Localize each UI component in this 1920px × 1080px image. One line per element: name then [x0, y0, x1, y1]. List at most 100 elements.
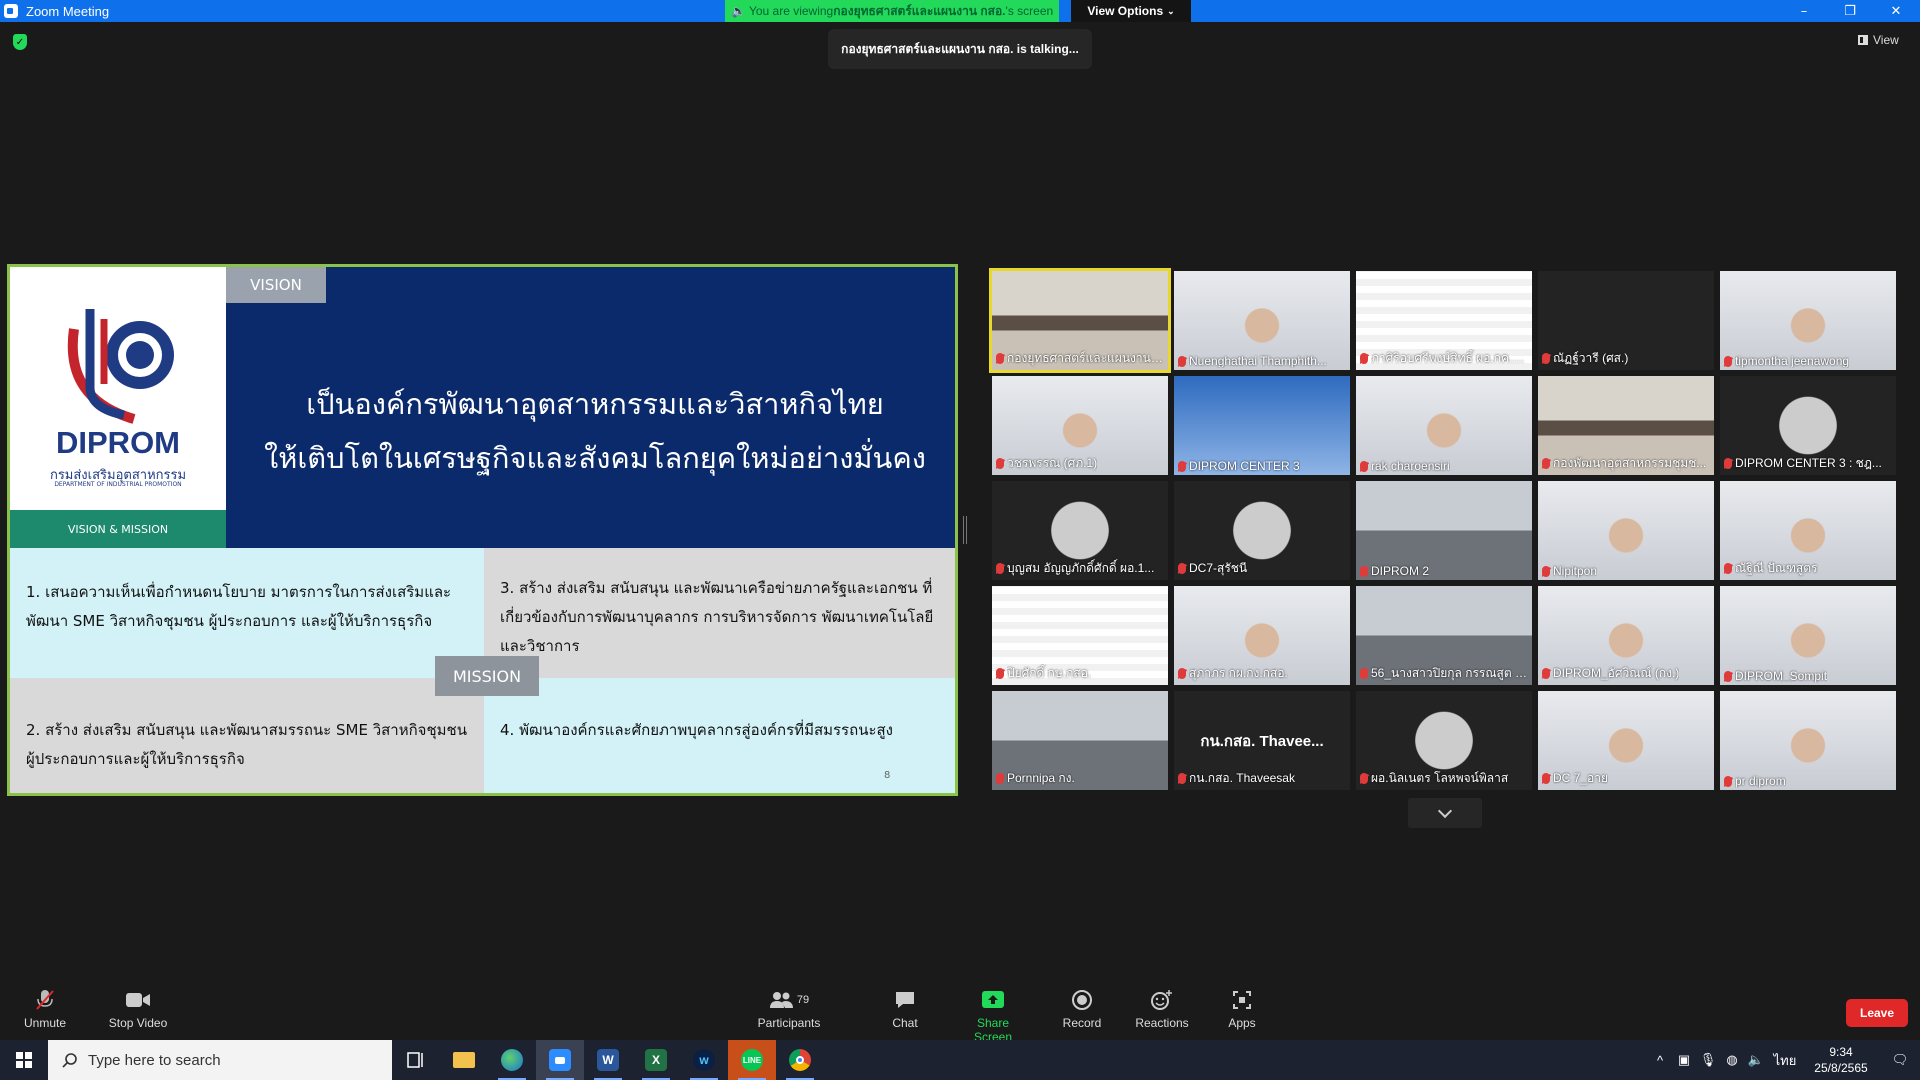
volume-icon[interactable]: 🔈 — [1744, 1052, 1768, 1068]
vision-line-1: เป็นองค์กรพัฒนาอุตสาหกรรมและวิสาหกิจไทย — [306, 387, 884, 421]
encryption-shield-icon[interactable]: ✓ — [13, 34, 27, 50]
logo-panel: DIPROM กรมส่งเสริมอุตสาหกรรม DEPARTMENT … — [10, 267, 226, 548]
language-indicator[interactable]: ไทย — [1768, 1050, 1802, 1071]
muted-mic-icon — [1360, 773, 1368, 784]
share-screen-button[interactable]: Share Screen — [958, 988, 1028, 1044]
taskbar-file-explorer[interactable] — [440, 1040, 488, 1080]
participant-name: ภาศิริอบศรีพงษ์สิทธิ์ ผอ.กค.ก... — [1371, 351, 1528, 365]
clock-date: 25/8/2565 — [1814, 1061, 1868, 1075]
search-placeholder: Type here to search — [88, 1051, 221, 1069]
participant-tile[interactable]: ผอ.นิลเนตร โลหพจน์พิลาส — [1356, 691, 1532, 790]
participant-tile[interactable]: ภาศิริอบศรีพงษ์สิทธิ์ ผอ.กค.ก... — [1356, 271, 1532, 370]
participant-tile[interactable]: Nipitpon — [1538, 481, 1714, 580]
taskbar-search[interactable]: Type here to search — [48, 1040, 392, 1080]
muted-mic-icon — [1178, 668, 1186, 679]
clock-time: 9:34 — [1829, 1045, 1853, 1059]
participant-tile[interactable]: 56_นางสาวปิยกุล กรรณสูต (... — [1356, 586, 1532, 685]
video-camera-icon — [105, 988, 171, 1012]
gallery-next-page-button[interactable] — [1408, 798, 1482, 828]
chat-button[interactable]: Chat — [885, 988, 925, 1030]
minimize-button[interactable]: – — [1781, 0, 1827, 22]
participants-button[interactable]: 79 Participants — [756, 988, 822, 1030]
participant-name: ณัฐิณี ปัณฑสูตร — [1735, 561, 1818, 575]
participant-tile[interactable]: กองพัฒนาอุตสาหกรรมชุมช... — [1538, 376, 1714, 475]
task-view-button[interactable] — [392, 1040, 440, 1080]
taskbar-zoom[interactable] — [536, 1040, 584, 1080]
start-button[interactable] — [0, 1040, 48, 1080]
muted-mic-icon — [1178, 460, 1186, 472]
chevron-down-icon: ⌄ — [1167, 5, 1175, 16]
muted-mic-icon — [996, 773, 1004, 784]
close-button[interactable]: ✕ — [1873, 0, 1919, 22]
participant-name-bar: Nuenghathai Thamphith... — [1178, 354, 1346, 368]
participant-tile[interactable]: สุภาภร กผ.กง.กสอ. — [1174, 586, 1350, 685]
participant-name-bar: 56_นางสาวปิยกุล กรรณสูต (... — [1360, 664, 1528, 683]
participant-tile[interactable]: ณัฏฐ์วารี (ศส.) — [1538, 271, 1714, 370]
participant-name: pr diprom — [1735, 774, 1786, 788]
participant-tile[interactable]: ณัฐิณี ปัณฑสูตร — [1720, 481, 1896, 580]
participant-name: DC7-สุรัชนี — [1189, 561, 1248, 575]
participant-tile[interactable]: tipmontha jeenawong — [1720, 271, 1896, 370]
muted-mic-icon — [1360, 460, 1368, 472]
participant-tile[interactable]: DC7-สุรัชนี — [1174, 481, 1350, 580]
taskbar-excel[interactable]: X — [632, 1040, 680, 1080]
participant-tile[interactable]: วชรพรรณ (ศภ.1) — [992, 376, 1168, 475]
view-options-button[interactable]: View Options ⌄ — [1071, 0, 1191, 22]
participant-tile[interactable]: DIPROM_Sompit — [1720, 586, 1896, 685]
participant-tile[interactable]: Pornnipa กง. — [992, 691, 1168, 790]
search-icon — [62, 1053, 77, 1068]
reactions-button[interactable]: Reactions — [1135, 988, 1189, 1030]
split-view-handle[interactable] — [963, 516, 967, 544]
participant-tile[interactable]: DIPROM_อัศวิณณ์ (กง.) — [1538, 586, 1714, 685]
participant-tile[interactable]: บุญสม อัญญภักดิ์ศักดิ์ ผอ.1... — [992, 481, 1168, 580]
mission-tag: MISSION — [435, 656, 539, 696]
share-banner: 🔈 You are viewing กองยุทธศาสตร์และแผนงาน… — [725, 0, 1060, 22]
participant-tile[interactable]: rak charoensiri — [1356, 376, 1532, 475]
system-tray: ^ ▣ 🎙 ◍ 🔈 ไทย 9:34 25/8/2565 🗨 — [1648, 1040, 1920, 1080]
participant-tile[interactable]: DIPROM CENTER 3 : ชฎ... — [1720, 376, 1896, 475]
zoom-logo-icon — [4, 4, 18, 18]
participant-name-bar: กองยุทธศาสตร์และแผนงาน ... — [996, 349, 1164, 368]
restore-button[interactable]: ❐ — [1827, 0, 1873, 22]
stop-video-button[interactable]: Stop Video — [105, 988, 171, 1030]
share-screen-icon — [958, 988, 1028, 1012]
participant-tile[interactable]: DIPROM 2 — [1356, 481, 1532, 580]
camera-tray-icon[interactable]: ▣ — [1672, 1052, 1696, 1068]
clock[interactable]: 9:34 25/8/2565 — [1802, 1044, 1880, 1076]
notification-icon[interactable]: 🗨 — [1880, 1052, 1920, 1068]
participant-name: Nipitpon — [1553, 564, 1598, 578]
shared-screen: DIPROM กรมส่งเสริมอุตสาหกรรม DEPARTMENT … — [7, 264, 958, 796]
participant-tile[interactable]: กน.กสอ. Thavee... กน.กสอ. Thaveesak — [1174, 691, 1350, 790]
muted-mic-icon — [1178, 563, 1186, 574]
participant-tile[interactable]: ปิยศักดิ์ กษ.กสอ. — [992, 586, 1168, 685]
apps-button[interactable]: Apps — [1227, 988, 1257, 1030]
network-icon[interactable]: ◍ — [1720, 1052, 1744, 1068]
meeting-toolbar: Unmute Stop Video 79 Participants Chat S… — [0, 978, 1920, 1044]
logo-subtitle-en: DEPARTMENT OF INDUSTRIAL PROMOTION — [54, 481, 182, 488]
chevron-up-icon[interactable]: ^ — [1648, 1053, 1672, 1068]
unmute-button[interactable]: Unmute — [22, 988, 68, 1030]
participant-name-bar: DC 7_อาย — [1542, 769, 1710, 788]
chevron-down-icon — [1437, 803, 1453, 818]
participant-name-bar: กองพัฒนาอุตสาหกรรมชุมช... — [1542, 454, 1710, 473]
participant-tile[interactable]: DIPROM CENTER 3 — [1174, 376, 1350, 475]
taskbar-chrome[interactable] — [776, 1040, 824, 1080]
leave-button[interactable]: Leave — [1846, 999, 1908, 1027]
participant-tile[interactable]: pr diprom — [1720, 691, 1896, 790]
participant-name: DIPROM 2 — [1371, 564, 1430, 578]
microphone-icon[interactable]: 🎙 — [1696, 1052, 1720, 1068]
record-button[interactable]: Record — [1060, 988, 1104, 1030]
view-label: View — [1873, 33, 1899, 47]
taskbar-line[interactable]: LINE — [728, 1040, 776, 1080]
mission-item-1: 1. เสนอความเห็นเพื่อกำหนดนโยบาย มาตรการใ… — [10, 548, 484, 678]
participant-tile[interactable]: DC 7_อาย — [1538, 691, 1714, 790]
taskbar-edge[interactable] — [488, 1040, 536, 1080]
participant-tile[interactable]: Nuenghathai Thamphith... — [1174, 271, 1350, 370]
unmute-label: Unmute — [23, 1016, 67, 1030]
view-button[interactable]: View — [1858, 33, 1899, 47]
task-view-icon — [407, 1052, 423, 1068]
participant-tile[interactable]: กองยุทธศาสตร์และแผนงาน ... — [989, 268, 1171, 373]
taskbar-word[interactable]: W — [584, 1040, 632, 1080]
participant-name: บุญสม อัญญภักดิ์ศักดิ์ ผอ.1... — [1007, 561, 1155, 575]
taskbar-webex[interactable]: w — [680, 1040, 728, 1080]
